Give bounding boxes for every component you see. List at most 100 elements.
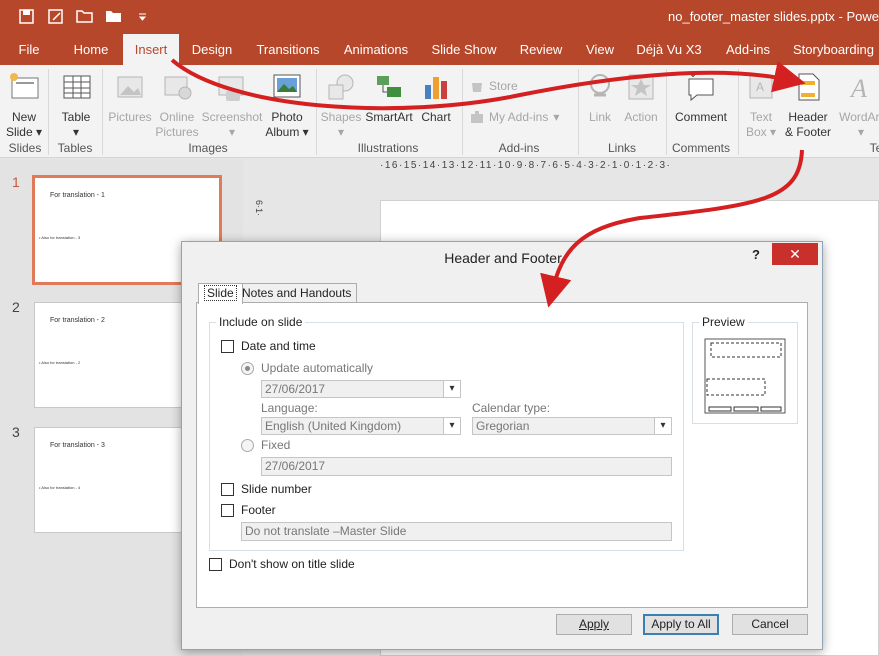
include-on-slide-group: Include on slide — [209, 315, 684, 551]
header-footer-button[interactable]: Header & Footer — [782, 71, 834, 140]
smartart-button[interactable]: SmartArt — [364, 71, 414, 125]
text-box-button[interactable]: A Text Box ▾ — [742, 71, 780, 140]
footer-label: Footer — [241, 503, 276, 517]
calendar-type-label: Calendar type: — [472, 401, 551, 415]
save-icon[interactable] — [16, 6, 36, 26]
apply-to-all-button[interactable]: Apply to All — [643, 614, 719, 635]
folder-icon[interactable] — [103, 6, 123, 26]
tab-insert[interactable]: Insert — [123, 34, 179, 65]
tab-view[interactable]: View — [580, 34, 620, 65]
tab-transitions[interactable]: Transitions — [252, 34, 324, 65]
footer-text-field[interactable]: Do not translate –Master Slide — [241, 522, 672, 541]
horizontal-ruler: ·16·15·14·13·12·11·10·9·8·7·6·5·4·3·2·1·… — [380, 160, 672, 171]
window-title: no_footer_master slides.pptx - Powe — [668, 9, 879, 24]
open-folder-icon[interactable] — [74, 6, 94, 26]
dialog-title: Header and Footer — [444, 250, 562, 266]
title-bar: no_footer_master slides.pptx - Powe — [0, 0, 879, 34]
group-separator — [666, 69, 667, 155]
slide-number: 2 — [12, 299, 20, 315]
smartart-icon — [377, 76, 401, 97]
action-button[interactable]: Action — [620, 71, 662, 125]
svg-text:A: A — [849, 74, 867, 103]
shapes-icon — [328, 74, 354, 100]
action-icon — [628, 74, 654, 100]
screenshot-button[interactable]: Screenshot ▾ — [201, 71, 263, 140]
slide-tab-panel: Include on slide Date and time Update au… — [196, 302, 808, 608]
fixed-radio[interactable]: Fixed — [241, 438, 290, 452]
dont-show-title-checkbox[interactable]: Don't show on title slide — [209, 557, 355, 571]
chart-icon — [425, 77, 447, 99]
fixed-date-field[interactable]: 27/06/2017 — [261, 457, 672, 476]
my-addins-button[interactable]: My Add-ins ▾ — [470, 110, 559, 124]
slide-body-text: • Also for translation - 4 — [39, 485, 81, 490]
photo-album-button[interactable]: Photo Album ▾ — [264, 71, 310, 140]
tab-animations[interactable]: Animations — [338, 34, 414, 65]
svg-text:A: A — [756, 80, 764, 94]
group-label-images: Images — [188, 141, 228, 155]
ribbon-tabs: File Home Insert Design Transitions Anim… — [0, 34, 879, 65]
pictures-icon — [117, 76, 143, 98]
language-select[interactable]: English (United Kingdom) ▾ — [261, 417, 461, 435]
slide-number: 3 — [12, 424, 20, 440]
tab-slide[interactable]: Slide — [198, 283, 243, 304]
my-addins-icon — [471, 111, 483, 123]
slide-body-text: • Also for translation - 2 — [39, 360, 81, 365]
include-legend: Include on slide — [216, 315, 306, 329]
close-button[interactable]: ✕ — [772, 243, 818, 265]
table-button[interactable]: Table ▾ — [56, 71, 96, 140]
slide-title-text: For translation - 2 — [50, 317, 105, 324]
tab-design[interactable]: Design — [186, 34, 238, 65]
comment-button[interactable]: Comment — [670, 71, 732, 125]
photo-album-icon — [273, 74, 301, 98]
update-auto-radio[interactable]: Update automatically — [241, 361, 373, 375]
tab-add-ins[interactable]: Add-ins — [718, 34, 778, 65]
save-as-icon[interactable] — [45, 6, 65, 26]
tab-file[interactable]: File — [12, 34, 46, 65]
tab-deja-vu[interactable]: Déjà Vu X3 — [632, 34, 706, 65]
slide-number-checkbox[interactable]: Slide number — [221, 482, 312, 496]
chevron-down-icon: ▾ — [443, 418, 460, 434]
footer-checkbox[interactable]: Footer — [221, 503, 276, 517]
group-label-illustrations: Illustrations — [357, 141, 419, 155]
group-separator — [316, 69, 317, 155]
group-label-text: Te — [869, 141, 879, 155]
date-time-checkbox[interactable]: Date and time — [221, 339, 316, 353]
slide-title-text: For translation - 3 — [50, 442, 105, 449]
calendar-type-select[interactable]: Gregorian ▾ — [472, 417, 672, 435]
tab-notes-handouts[interactable]: Notes and Handouts — [236, 283, 358, 303]
slide-body-text: • Also for translation - 3 — [39, 235, 81, 240]
preview-image — [704, 338, 786, 414]
tab-storyboarding[interactable]: Storyboarding — [788, 34, 879, 65]
tab-home[interactable]: Home — [66, 34, 116, 65]
date-format-select[interactable]: 27/06/2017 ▾ — [261, 380, 461, 398]
cancel-button[interactable]: Cancel — [732, 614, 808, 635]
link-button[interactable]: Link — [582, 71, 618, 125]
new-slide-button[interactable]: New Slide ▾ — [4, 71, 44, 140]
quick-access-toolbar — [16, 6, 152, 26]
screenshot-icon — [218, 76, 244, 101]
group-label-tables: Tables — [57, 141, 93, 155]
pictures-button[interactable]: Pictures — [106, 71, 154, 125]
fixed-label: Fixed — [261, 438, 291, 452]
preview-group: Preview — [692, 315, 798, 424]
header-footer-dialog: Header and Footer ? ✕ Slide Notes and Ha… — [181, 241, 823, 650]
group-separator — [738, 69, 739, 155]
tab-slide-show[interactable]: Slide Show — [428, 34, 500, 65]
ribbon: New Slide ▾ Table ▾ Pictures Online Pict… — [0, 65, 879, 158]
text-box-icon: A — [749, 75, 773, 99]
group-separator — [462, 69, 463, 155]
help-button[interactable]: ? — [752, 247, 760, 262]
shapes-button[interactable]: Shapes ▾ — [320, 71, 362, 140]
online-pictures-icon — [164, 76, 192, 100]
group-label-comments: Comments — [671, 141, 730, 155]
wordart-button[interactable]: A WordArt ▾ — [836, 71, 879, 140]
apply-button[interactable]: Apply — [556, 614, 632, 635]
group-separator — [102, 69, 103, 155]
group-separator — [578, 69, 579, 155]
tab-review[interactable]: Review — [512, 34, 570, 65]
customize-toolbar-icon[interactable] — [132, 6, 152, 26]
online-pictures-button[interactable]: Online Pictures — [154, 71, 200, 140]
store-button[interactable]: Store — [470, 79, 518, 93]
slide-number-label: Slide number — [241, 482, 312, 496]
chart-button[interactable]: Chart — [416, 71, 456, 125]
